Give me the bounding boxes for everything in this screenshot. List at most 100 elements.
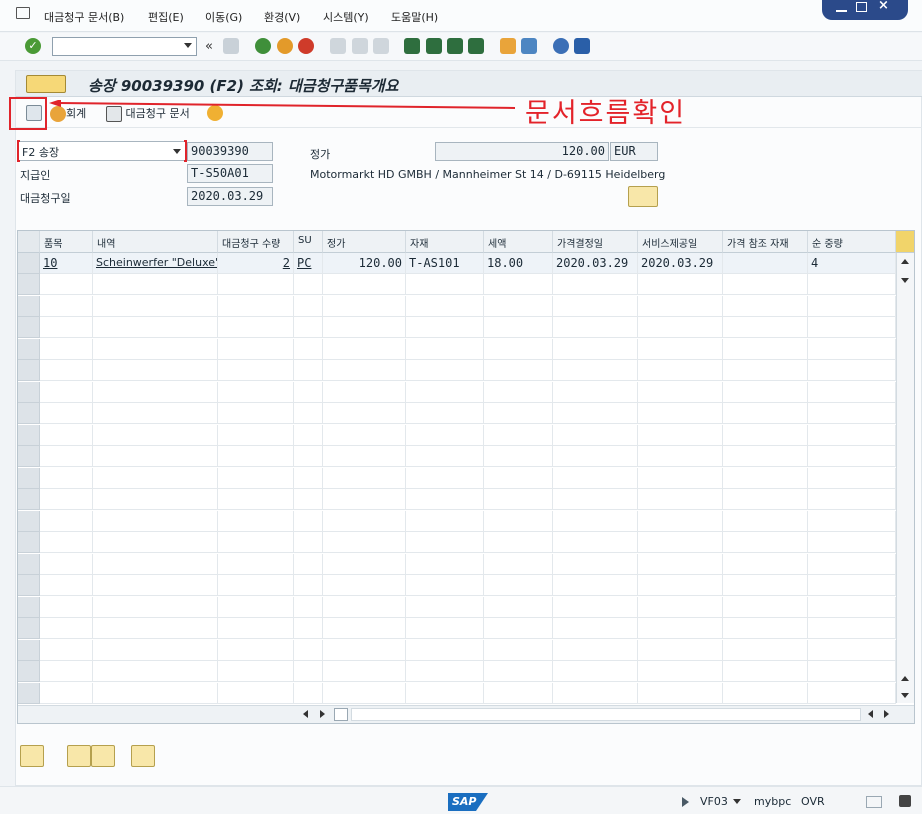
menu-environment[interactable]: 환경(V): [264, 9, 300, 25]
row-selector[interactable]: [18, 467, 40, 489]
table-row-empty[interactable]: [18, 639, 896, 661]
row-selector[interactable]: [18, 403, 40, 424]
menu-expand-icon[interactable]: [26, 75, 66, 93]
last-page-icon[interactable]: [468, 38, 484, 54]
payer-field[interactable]: T-S50A01: [187, 164, 273, 183]
row-selector[interactable]: [18, 639, 40, 661]
row-selector[interactable]: [18, 360, 40, 381]
row-selector[interactable]: [18, 661, 40, 682]
column-header[interactable]: 대금청구 수량: [218, 231, 294, 253]
cancel-icon[interactable]: [298, 38, 314, 54]
table-row-empty[interactable]: [18, 403, 896, 424]
table-settings-icon[interactable]: [18, 231, 40, 253]
table-row-empty[interactable]: [18, 446, 896, 467]
display-item-button[interactable]: [131, 745, 155, 767]
menu-help[interactable]: 도움말(H): [391, 9, 438, 25]
page-down-icon[interactable]: [901, 693, 909, 698]
row-selector[interactable]: [18, 553, 40, 575]
table-row-empty[interactable]: [18, 575, 896, 596]
row-selector[interactable]: [18, 424, 40, 446]
item-number-link[interactable]: 10: [40, 253, 93, 274]
status-expand-icon[interactable]: [682, 797, 689, 807]
table-row-empty[interactable]: [18, 317, 896, 338]
scroll-right-icon[interactable]: [320, 710, 325, 718]
currency-field[interactable]: EUR: [610, 142, 658, 161]
row-selector[interactable]: [18, 253, 40, 274]
new-session-icon[interactable]: [500, 38, 516, 54]
menu-goto[interactable]: 이동(G): [205, 9, 242, 25]
column-header[interactable]: 세액: [484, 231, 553, 253]
vertical-scrollbar[interactable]: [896, 253, 914, 703]
first-page-icon[interactable]: [404, 38, 420, 54]
column-chooser-icon[interactable]: [896, 231, 914, 253]
table-row-empty[interactable]: [18, 424, 896, 446]
row-selector[interactable]: [18, 446, 40, 467]
unit-cell[interactable]: PC: [294, 253, 323, 274]
table-row-empty[interactable]: [18, 553, 896, 575]
scroll-track[interactable]: [351, 708, 861, 721]
column-header[interactable]: 가격결정일: [553, 231, 638, 253]
chevron-down-icon[interactable]: [184, 43, 192, 48]
column-header[interactable]: 내역: [93, 231, 218, 253]
column-header[interactable]: 가격 참조 자재: [723, 231, 808, 253]
command-field[interactable]: [52, 37, 197, 56]
row-selector[interactable]: [18, 317, 40, 338]
column-header[interactable]: 정가: [323, 231, 406, 253]
row-selector[interactable]: [18, 489, 40, 510]
scroll-right-end-icon[interactable]: [884, 710, 889, 718]
column-header[interactable]: SU: [294, 231, 323, 253]
column-header[interactable]: 품목: [40, 231, 93, 253]
column-header[interactable]: 자재: [406, 231, 484, 253]
column-header[interactable]: 순 중량: [808, 231, 896, 253]
chevron-down-icon[interactable]: [173, 149, 181, 154]
menu-edit[interactable]: 편집(E): [148, 9, 184, 25]
menu-system[interactable]: 시스템(Y): [323, 9, 369, 25]
find-next-icon[interactable]: [373, 38, 389, 54]
table-row-empty[interactable]: [18, 661, 896, 682]
select-all-button[interactable]: [67, 745, 91, 767]
shortcut-icon[interactable]: [521, 38, 537, 54]
table-row-empty[interactable]: [18, 510, 896, 532]
table-row[interactable]: 10 Scheinwerfer "Deluxe" 2 PC 120.00 T-A…: [18, 253, 896, 274]
table-row-empty[interactable]: [18, 682, 896, 704]
save-icon[interactable]: [223, 38, 239, 54]
address-detail-button[interactable]: [628, 186, 658, 207]
row-selector[interactable]: [18, 596, 40, 618]
billing-type-select[interactable]: F2 송장: [18, 141, 187, 161]
scroll-left-end-icon[interactable]: [868, 710, 873, 718]
scroll-thumb[interactable]: [334, 708, 348, 721]
page-up-icon[interactable]: [901, 676, 909, 681]
next-page-icon[interactable]: [447, 38, 463, 54]
description-link[interactable]: Scheinwerfer "Deluxe": [93, 253, 218, 274]
net-value-field[interactable]: 120.00: [435, 142, 609, 161]
find-icon[interactable]: [352, 38, 368, 54]
row-selector[interactable]: [18, 338, 40, 360]
exit-icon[interactable]: [16, 7, 30, 19]
table-row-empty[interactable]: [18, 532, 896, 553]
table-row-empty[interactable]: [18, 618, 896, 639]
scroll-down-icon[interactable]: [901, 278, 909, 283]
table-row-empty[interactable]: [18, 338, 896, 360]
minimize-icon[interactable]: [836, 2, 847, 12]
table-row-empty[interactable]: [18, 596, 896, 618]
menu-billing-document[interactable]: 대금청구 문서(B): [44, 9, 124, 25]
back-icon[interactable]: [255, 38, 271, 54]
close-icon[interactable]: ×: [878, 0, 889, 13]
row-selector[interactable]: [18, 510, 40, 532]
row-selector[interactable]: [18, 274, 40, 295]
table-row-empty[interactable]: [18, 274, 896, 295]
help-icon[interactable]: [553, 38, 569, 54]
exit-icon[interactable]: [277, 38, 293, 54]
table-row-empty[interactable]: [18, 489, 896, 510]
quantity-cell[interactable]: 2: [218, 253, 294, 274]
table-row-empty[interactable]: [18, 360, 896, 381]
horizontal-scrollbar[interactable]: [18, 705, 914, 723]
lock-icon[interactable]: [899, 795, 911, 807]
transaction-code[interactable]: VF03: [700, 795, 728, 808]
row-selector[interactable]: [18, 682, 40, 704]
billing-date-field[interactable]: 2020.03.29: [187, 187, 273, 206]
row-selector[interactable]: [18, 575, 40, 596]
enter-check-icon[interactable]: ✓: [25, 38, 41, 54]
chevron-down-icon[interactable]: [733, 799, 741, 804]
column-header[interactable]: 서비스제공일: [638, 231, 723, 253]
